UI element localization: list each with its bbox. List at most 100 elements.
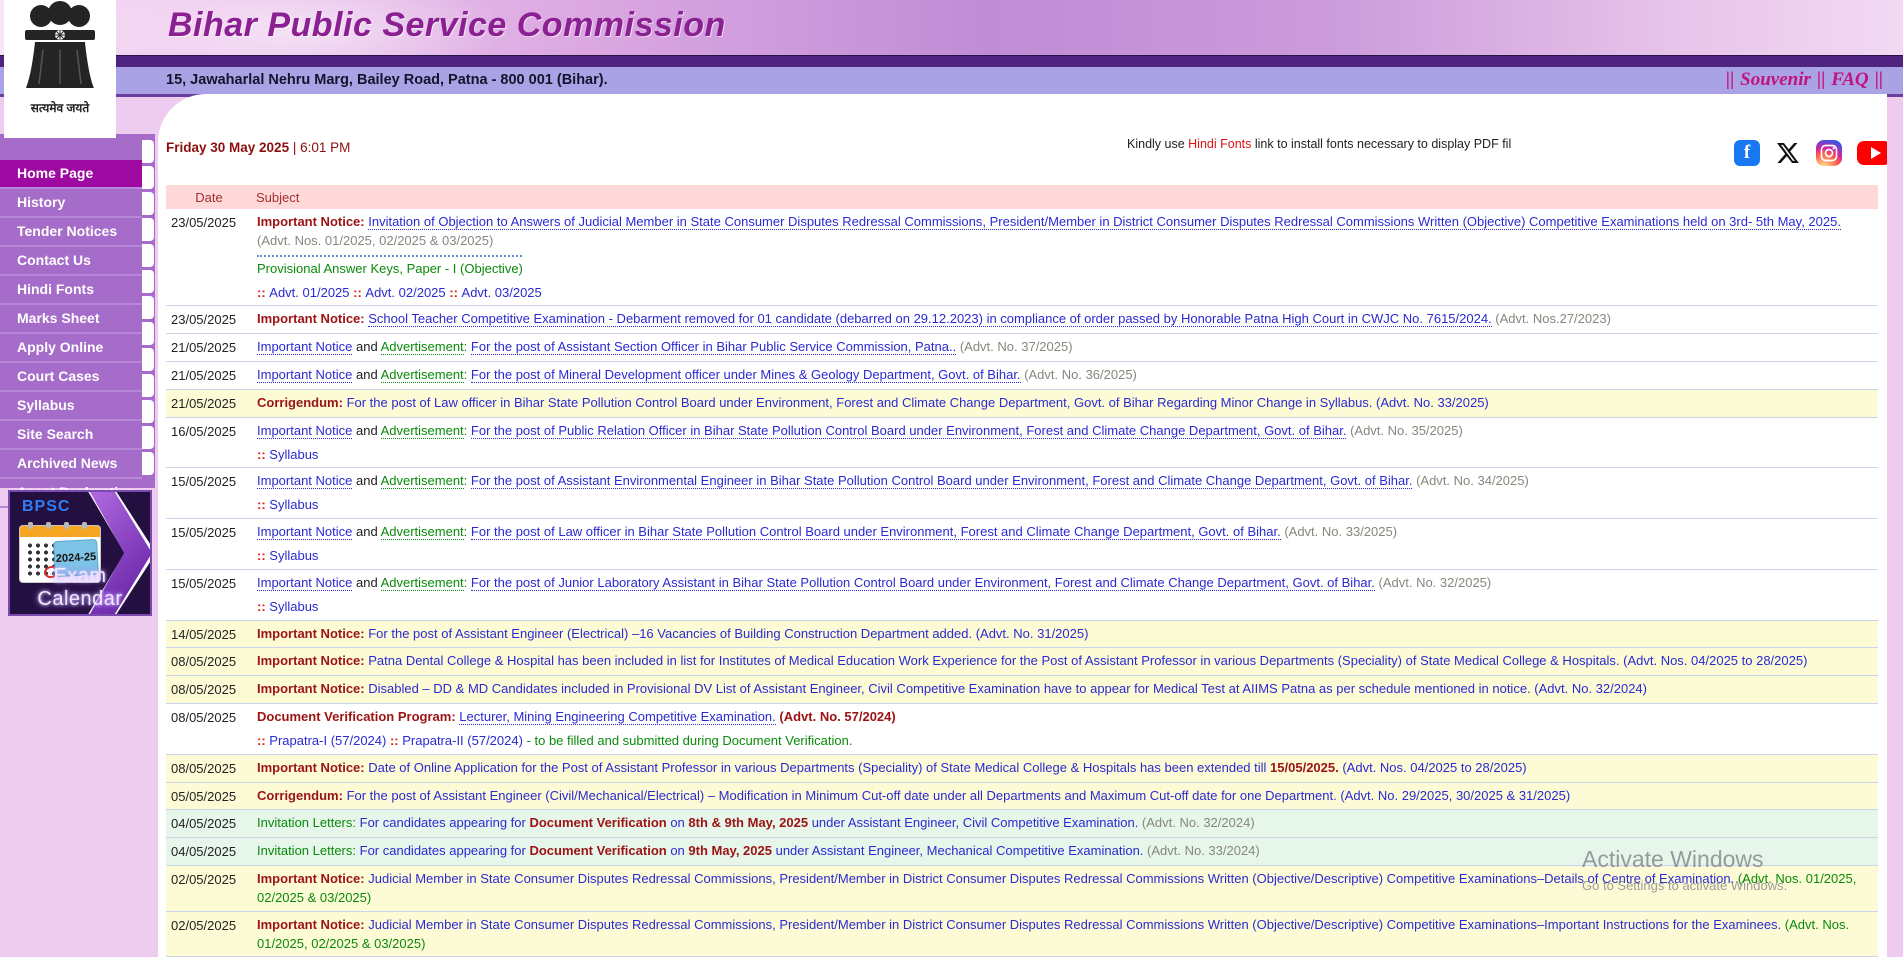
notice-link[interactable]: Advertisement (381, 473, 464, 489)
notice-link[interactable]: Invitation of Objection to Answers of Ju… (368, 214, 1841, 230)
sidebar-tab (142, 166, 154, 189)
notice-row: 21/05/2025Corrigendum: For the post of L… (166, 389, 1878, 417)
notice-link[interactable]: Syllabus (269, 447, 318, 462)
notice-row: 08/05/2025Important Notice: Patna Dental… (166, 647, 1878, 675)
sidebar-item-home-page[interactable]: Home Page (0, 160, 142, 189)
notice-link[interactable]: For candidates appearing for (360, 815, 530, 830)
sidebar-item-history[interactable]: History (0, 189, 142, 218)
notice-text: and (352, 339, 380, 354)
x-icon[interactable] (1775, 140, 1801, 166)
facebook-icon[interactable]: f (1734, 140, 1760, 166)
notice-link[interactable]: Date of Online Application for the Post … (368, 760, 1270, 775)
notice-link[interactable]: Important Notice (257, 473, 352, 489)
notice-row: 23/05/2025Important Notice: School Teach… (166, 305, 1878, 333)
sidebar-item-court-cases[interactable]: Court Cases (0, 363, 142, 392)
sidebar-item-hindi-fonts[interactable]: Hindi Fonts (0, 276, 142, 305)
souvenir-link[interactable]: Souvenir (1740, 69, 1811, 90)
notice-link[interactable]: Important Notice (257, 575, 352, 591)
exam-calendar-badge[interactable]: BPSC 2024-25 Exam Calendar (8, 490, 152, 616)
notice-link[interactable]: For the post of Mineral Development offi… (471, 367, 1021, 383)
notice-text: :: (257, 548, 269, 563)
notice-text: (Advt. No. 33/2024) (1143, 843, 1259, 858)
notice-date: 15/05/2025 (166, 574, 257, 617)
notice-text: Invitation Letters: (257, 815, 360, 830)
hindi-fonts-note: Kindly use Hindi Fonts link to install f… (1127, 137, 1511, 151)
notice-subject: Invitation Letters: For candidates appea… (257, 814, 1878, 834)
sidebar-item-apply-online[interactable]: Apply Online (0, 334, 142, 363)
youtube-icon[interactable] (1857, 141, 1887, 165)
notice-link[interactable]: Syllabus (269, 548, 318, 563)
notice-text: : (464, 575, 471, 590)
notice-subject: Important Notice and Advertisement: For … (257, 472, 1878, 515)
notice-link[interactable]: For the post of Law officer in Bihar Sta… (347, 395, 1373, 410)
notice-date: 08/05/2025 (166, 652, 257, 672)
notice-link[interactable]: For candidates appearing for (360, 843, 530, 858)
hindi-fonts-link[interactable]: Hindi Fonts (1188, 137, 1251, 151)
notice-line: Important Notice: For the post of Assist… (257, 625, 1868, 644)
notice-link[interactable]: Advt. 02/2025 (365, 285, 445, 300)
current-time: | 6:01 PM (289, 140, 350, 155)
sidebar-item-marks-sheet[interactable]: Marks Sheet (0, 305, 142, 334)
notice-link[interactable]: Patna Dental College & Hospital has been… (368, 653, 1619, 668)
notice-link[interactable]: For the post of Assistant Engineer (Civi… (347, 788, 1337, 803)
notice-link[interactable]: under Assistant Engineer, Civil Competit… (808, 815, 1138, 830)
activate-windows-watermark-sub: Go to Settings to activate Windows. (1582, 878, 1787, 893)
notice-text: Corrigendum: (257, 395, 347, 410)
notice-line: Important Notice and Advertisement: For … (257, 422, 1868, 441)
notice-row: 16/05/2025Important Notice and Advertise… (166, 417, 1878, 468)
notice-link[interactable]: Advertisement (381, 339, 464, 355)
sidebar-item-archived-news[interactable]: Archived News (0, 450, 142, 479)
sidebar-item-tender-notices[interactable]: Tender Notices (0, 218, 142, 247)
notice-link[interactable]: Syllabus (269, 497, 318, 512)
notice-link[interactable]: Advertisement (381, 575, 464, 591)
notice-link[interactable]: For the post of Public Relation Officer … (471, 423, 1347, 439)
notice-date: 08/05/2025 (166, 759, 257, 779)
sidebar-item-syllabus[interactable]: Syllabus (0, 392, 142, 421)
notice-text: (Advt. No. 32/2024) (1138, 815, 1254, 830)
notice-subject: Important Notice: Disabled – DD & MD Can… (257, 680, 1878, 700)
notice-link[interactable]: School Teacher Competitive Examination -… (368, 311, 1491, 327)
notice-line: Important Notice: Invitation of Objectio… (257, 213, 1868, 251)
notice-link[interactable]: Important Notice (257, 524, 352, 540)
faq-link[interactable]: FAQ (1831, 69, 1868, 90)
top-links: ||Souvenir||FAQ|| (1720, 69, 1889, 91)
notice-link[interactable]: For the post of Law officer in Bihar Sta… (471, 524, 1281, 540)
sidebar-tab (142, 140, 154, 163)
notice-link[interactable]: Advertisement (381, 423, 464, 439)
notice-text: (Advt. No. 32/2024) (1531, 681, 1647, 696)
sidebar: Home PageHistoryTender NoticesContact Us… (0, 134, 155, 488)
sidebar-tab (142, 322, 154, 345)
badge-org-label: BPSC (22, 498, 70, 516)
notice-subject: Important Notice: Date of Online Applica… (257, 759, 1878, 779)
sidebar-item-contact-us[interactable]: Contact Us (0, 247, 142, 276)
notice-link[interactable]: For the post of Assistant Engineer (Elec… (368, 626, 972, 641)
notice-text: and (352, 423, 380, 438)
notice-link[interactable]: Lecturer, Mining Engineering Competitive… (459, 709, 776, 725)
notice-link[interactable]: on (667, 843, 689, 858)
notice-link[interactable]: Advertisement (381, 524, 464, 540)
notice-link[interactable]: Prapatra-II (57/2024) (402, 733, 523, 748)
notice-row: 15/05/2025Important Notice and Advertise… (166, 467, 1878, 518)
notice-link[interactable]: For the post of Assistant Section Office… (471, 339, 956, 355)
notice-link[interactable]: Advt. 03/2025 (462, 285, 542, 300)
notice-link[interactable]: Important Notice (257, 339, 352, 355)
instagram-icon[interactable] (1816, 140, 1842, 166)
notice-link[interactable]: For the post of Assistant Environmental … (471, 473, 1413, 489)
notice-link[interactable]: on (667, 815, 689, 830)
sidebar-item-site-search[interactable]: Site Search (0, 421, 142, 450)
notice-link[interactable]: Advertisement (381, 367, 464, 383)
notice-link[interactable]: Advt. 01/2025 (269, 285, 349, 300)
notice-link[interactable]: under Assistant Engineer, Mechanical Com… (772, 843, 1143, 858)
notice-link[interactable]: Judicial Member in State Consumer Disput… (368, 871, 1734, 886)
notice-link[interactable]: Judicial Member in State Consumer Disput… (368, 917, 1781, 932)
notice-link[interactable]: For the post of Junior Laboratory Assist… (471, 575, 1375, 591)
notice-link[interactable]: Important Notice (257, 423, 352, 439)
notice-text: (Advt. Nos. 04/2025 to 28/2025) (1339, 760, 1527, 775)
play-icon (1871, 147, 1881, 159)
notice-link[interactable]: Syllabus (269, 599, 318, 614)
notice-date: 15/05/2025 (166, 523, 257, 566)
notice-link[interactable]: Prapatra-I (57/2024) (269, 733, 386, 748)
notice-link[interactable]: Important Notice (257, 367, 352, 383)
notice-link[interactable]: Disabled – DD & MD Candidates included i… (368, 681, 1530, 696)
notice-date: 05/05/2025 (166, 787, 257, 807)
